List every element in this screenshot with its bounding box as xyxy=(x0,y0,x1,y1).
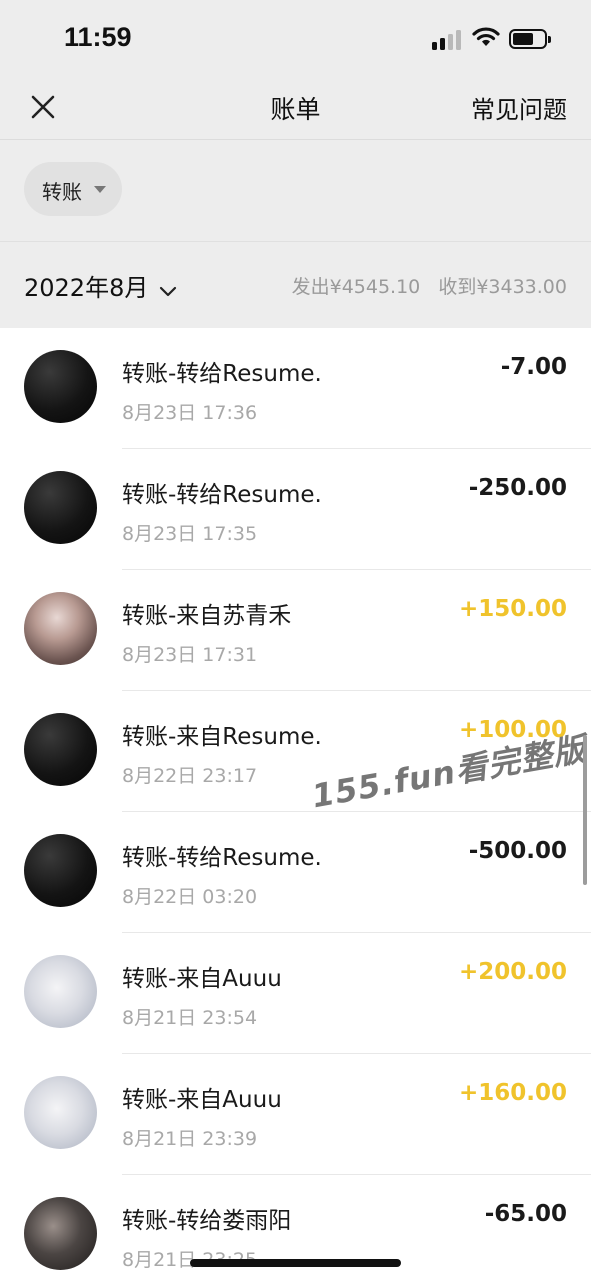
transaction-title: 转账-来自Auuu xyxy=(122,1087,282,1113)
transaction-row[interactable]: 转账-来自Auuu 8月21日 23:39 +160.00 xyxy=(0,1054,591,1175)
avatar xyxy=(24,471,97,544)
transaction-date: 8月23日 17:31 xyxy=(122,644,258,666)
home-indicator xyxy=(190,1259,401,1267)
transaction-amount: +200.00 xyxy=(458,959,567,985)
transaction-amount: -7.00 xyxy=(500,354,567,380)
transaction-amount: +100.00 xyxy=(458,717,567,743)
transaction-title: 转账-转给Resume. xyxy=(122,361,322,387)
transaction-row[interactable]: 转账-转给Resume. 8月22日 03:20 -500.00 xyxy=(0,812,591,933)
month-summary-bar: 2022年8月 发出¥4545.10 收到¥3433.00 xyxy=(0,242,591,328)
transaction-type-filter[interactable]: 转账 xyxy=(24,162,122,216)
transaction-row[interactable]: 转账-来自Auuu 8月21日 23:54 +200.00 xyxy=(0,933,591,1054)
transaction-row[interactable]: 转账-来自苏青禾 8月23日 17:31 +150.00 xyxy=(0,570,591,691)
received-total: 收到¥3433.00 xyxy=(438,276,567,298)
faq-link[interactable]: 常见问题 xyxy=(471,90,567,125)
transaction-title: 转账-来自苏青禾 xyxy=(122,603,292,629)
status-bar: 11:59 xyxy=(0,0,591,78)
transaction-date: 8月21日 23:39 xyxy=(122,1128,258,1150)
transaction-row[interactable]: 转账-转给Resume. 8月23日 17:36 -7.00 xyxy=(0,328,591,449)
transaction-title: 转账-转给Resume. xyxy=(122,845,322,871)
transaction-title: 转账-来自Auuu xyxy=(122,966,282,992)
transaction-amount: -65.00 xyxy=(484,1201,567,1227)
avatar xyxy=(24,1197,97,1270)
avatar xyxy=(24,955,97,1028)
avatar xyxy=(24,592,97,665)
transaction-list: 转账-转给Resume. 8月23日 17:36 -7.00 转账-转给Resu… xyxy=(0,328,591,1280)
transaction-title: 转账-转给娄雨阳 xyxy=(122,1208,292,1234)
transaction-date: 8月23日 17:36 xyxy=(122,402,258,424)
transaction-title: 转账-来自Resume. xyxy=(122,724,322,750)
transaction-title: 转账-转给Resume. xyxy=(122,482,322,508)
cellular-signal-icon xyxy=(432,28,464,50)
nav-bar: 账单 常见问题 xyxy=(0,78,591,140)
sent-total: 发出¥4545.10 xyxy=(291,276,421,298)
chevron-down-icon xyxy=(160,286,177,296)
dropdown-caret-icon xyxy=(94,186,106,193)
avatar xyxy=(24,713,97,786)
transaction-date: 8月22日 23:17 xyxy=(122,765,258,787)
avatar xyxy=(24,834,97,907)
month-totals: 发出¥4545.10 收到¥3433.00 xyxy=(280,272,567,299)
transaction-date: 8月21日 23:54 xyxy=(122,1007,258,1029)
transaction-row[interactable]: 转账-来自Resume. 8月22日 23:17 +100.00 xyxy=(0,691,591,812)
transaction-row[interactable]: 转账-转给Resume. 8月23日 17:35 -250.00 xyxy=(0,449,591,570)
transaction-amount: -250.00 xyxy=(468,475,567,501)
avatar xyxy=(24,1076,97,1149)
transaction-amount: +160.00 xyxy=(458,1080,567,1106)
month-label: 2022年8月 xyxy=(24,274,149,302)
transaction-date: 8月22日 03:20 xyxy=(122,886,258,908)
month-selector[interactable]: 2022年8月 xyxy=(24,268,177,303)
filter-area: 转账 xyxy=(0,140,591,242)
avatar xyxy=(24,350,97,423)
wifi-icon xyxy=(472,27,500,46)
filter-label: 转账 xyxy=(42,180,82,204)
battery-icon xyxy=(509,29,551,49)
transaction-date: 8月23日 17:35 xyxy=(122,523,258,545)
transaction-amount: -500.00 xyxy=(468,838,567,864)
status-time: 11:59 xyxy=(64,22,132,52)
transaction-amount: +150.00 xyxy=(458,596,567,622)
scrollbar[interactable] xyxy=(583,735,587,885)
